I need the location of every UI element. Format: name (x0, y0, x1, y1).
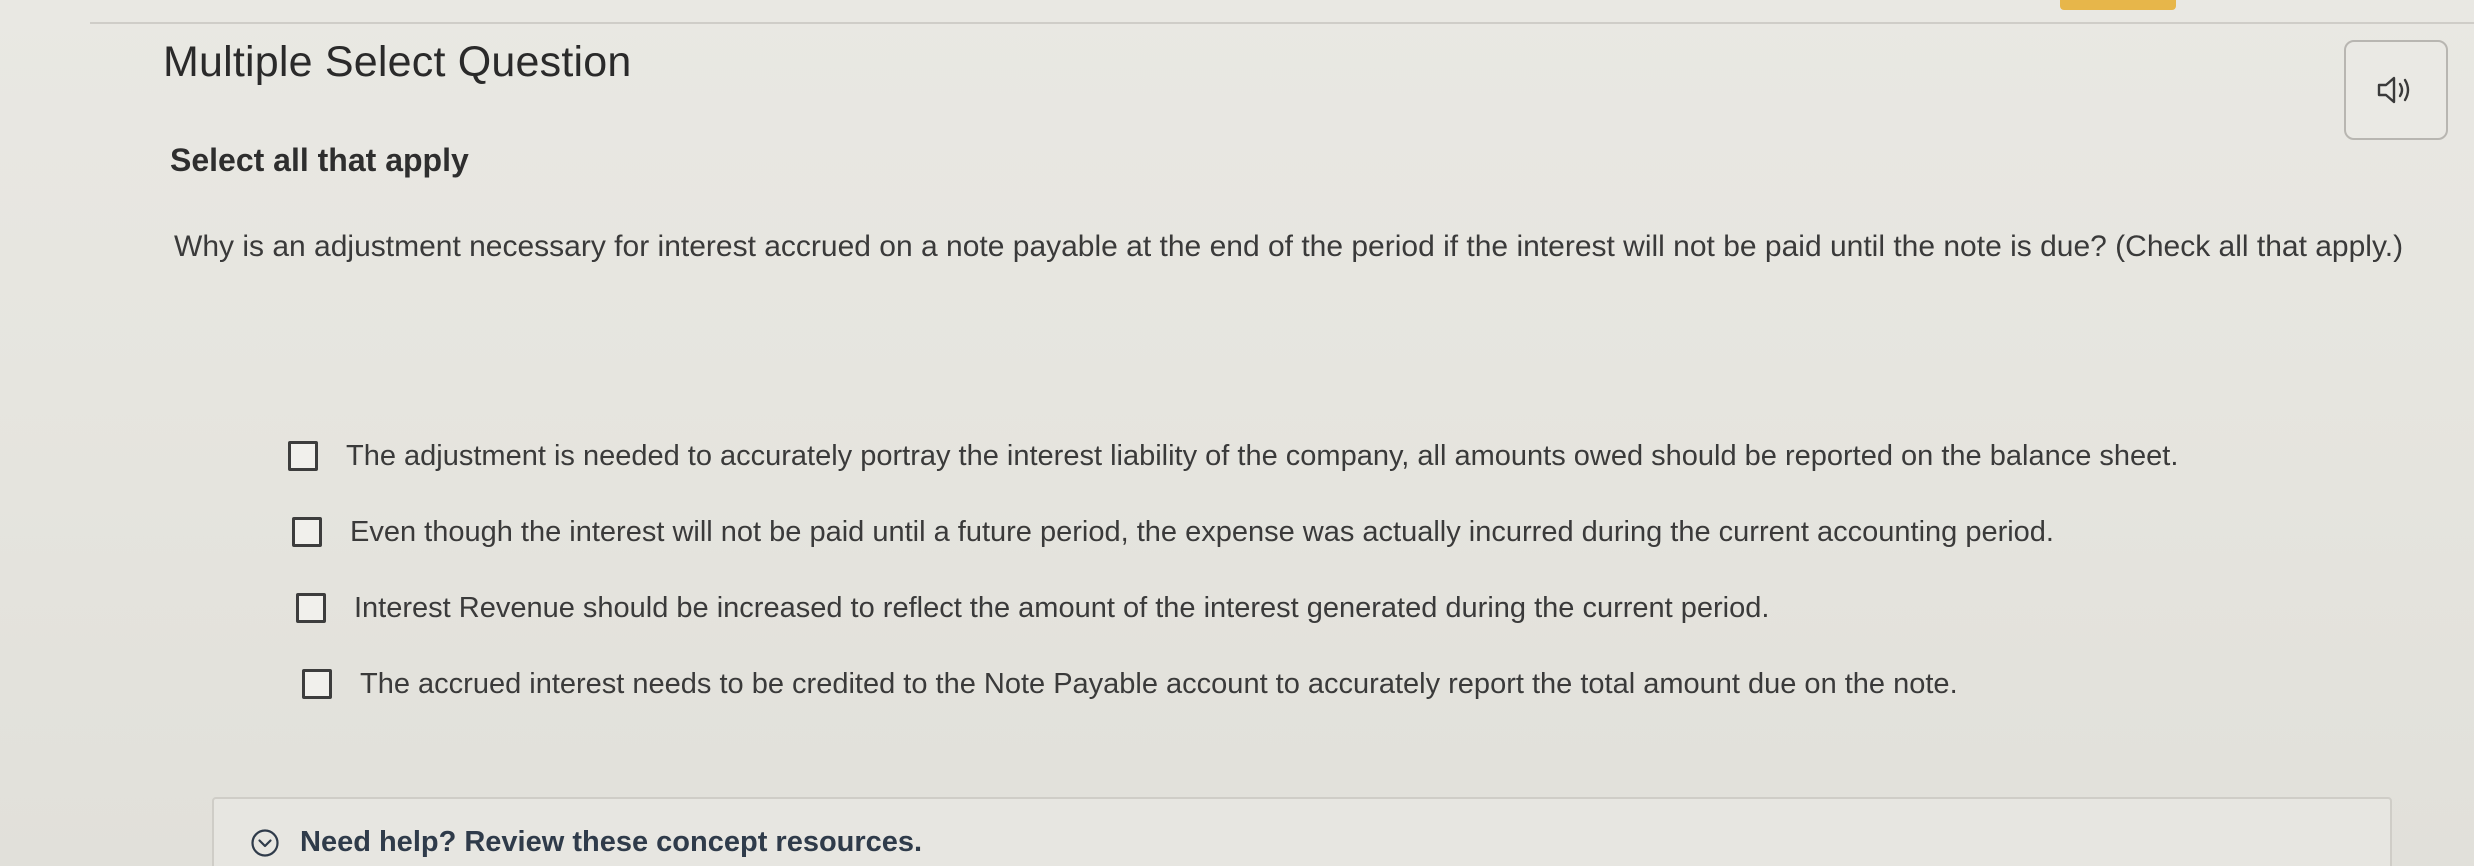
checkbox[interactable] (302, 669, 332, 699)
answer-option-label: The accrued interest needs to be credite… (360, 667, 1958, 700)
checkbox[interactable] (292, 517, 322, 547)
answer-options: The adjustment is needed to accurately p… (288, 432, 2388, 736)
answer-option-label: Interest Revenue should be increased to … (354, 591, 1770, 624)
help-resources-label: Need help? Review these concept resource… (300, 826, 923, 858)
page-title: Multiple Select Question (163, 38, 632, 86)
question-prompt: Why is an adjustment necessary for inter… (174, 230, 2404, 263)
answer-option-2[interactable]: Even though the interest will not be pai… (292, 508, 2388, 556)
answer-option-1[interactable]: The adjustment is needed to accurately p… (288, 432, 2388, 480)
top-accent-tab[interactable] (2060, 0, 2176, 10)
question-instruction: Select all that apply (170, 142, 469, 178)
question-page: Multiple Select Question Select all that… (0, 0, 2474, 866)
checkbox[interactable] (288, 441, 318, 471)
speaker-icon (2377, 76, 2410, 104)
answer-option-4[interactable]: The accrued interest needs to be credite… (302, 660, 2388, 708)
help-resources-toggle[interactable]: Need help? Review these concept resource… (250, 826, 922, 859)
chevron-down-circle-icon (251, 828, 279, 857)
top-divider (90, 22, 2474, 24)
read-aloud-button[interactable] (2344, 40, 2448, 140)
answer-option-3[interactable]: Interest Revenue should be increased to … (296, 584, 2388, 632)
checkbox[interactable] (296, 593, 326, 623)
answer-option-label: Even though the interest will not be pai… (350, 515, 2054, 548)
answer-option-label: The adjustment is needed to accurately p… (346, 439, 2179, 472)
